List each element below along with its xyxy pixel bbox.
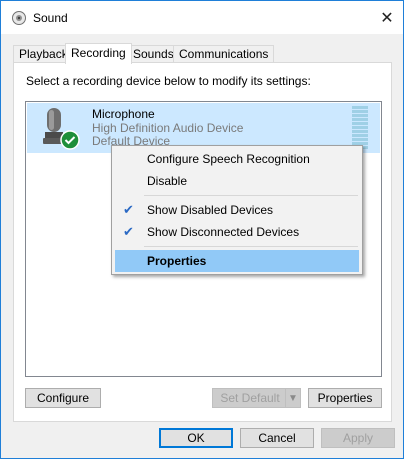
- check-icon: [60, 130, 80, 150]
- tab-recording[interactable]: Recording: [65, 43, 132, 64]
- checkmark-icon: ✔: [123, 224, 134, 239]
- cancel-button[interactable]: Cancel: [240, 428, 314, 448]
- menu-item-disable[interactable]: Disable: [115, 170, 359, 192]
- close-icon: ✕: [380, 9, 394, 27]
- sound-dialog: Sound ✕ Playback Recording Sounds Commun…: [0, 0, 404, 459]
- menu-item-show-disconnected[interactable]: ✔ Show Disconnected Devices: [115, 221, 359, 243]
- tab-sounds[interactable]: Sounds: [127, 45, 180, 63]
- close-button[interactable]: ✕: [371, 1, 403, 34]
- menu-item-properties[interactable]: Properties: [115, 250, 359, 272]
- configure-button[interactable]: Configure: [25, 388, 101, 408]
- menu-separator: [144, 195, 358, 196]
- menu-item-configure-speech[interactable]: Configure Speech Recognition: [115, 148, 359, 170]
- device-name: Microphone: [92, 107, 155, 121]
- menu-separator: [144, 246, 358, 247]
- device-description: High Definition Audio Device: [92, 121, 244, 135]
- window-title: Sound: [33, 11, 68, 25]
- properties-button[interactable]: Properties: [308, 388, 382, 408]
- instruction-text: Select a recording device below to modif…: [26, 74, 311, 88]
- title-bar: Sound ✕: [1, 1, 403, 34]
- chevron-down-icon: ▼: [288, 392, 298, 404]
- level-meter: [352, 106, 368, 150]
- tab-communications[interactable]: Communications: [173, 45, 275, 63]
- checkmark-icon: ✔: [123, 202, 134, 217]
- ok-button[interactable]: OK: [159, 428, 233, 448]
- set-default-button[interactable]: Set Default: [212, 388, 288, 408]
- set-default-dropdown[interactable]: ▼: [285, 388, 301, 408]
- apply-button[interactable]: Apply: [321, 428, 395, 448]
- context-menu: Configure Speech Recognition Disable ✔ S…: [111, 145, 363, 275]
- speaker-icon: [12, 11, 26, 25]
- microphone-icon: [43, 108, 80, 150]
- menu-item-show-disabled[interactable]: ✔ Show Disabled Devices: [115, 199, 359, 221]
